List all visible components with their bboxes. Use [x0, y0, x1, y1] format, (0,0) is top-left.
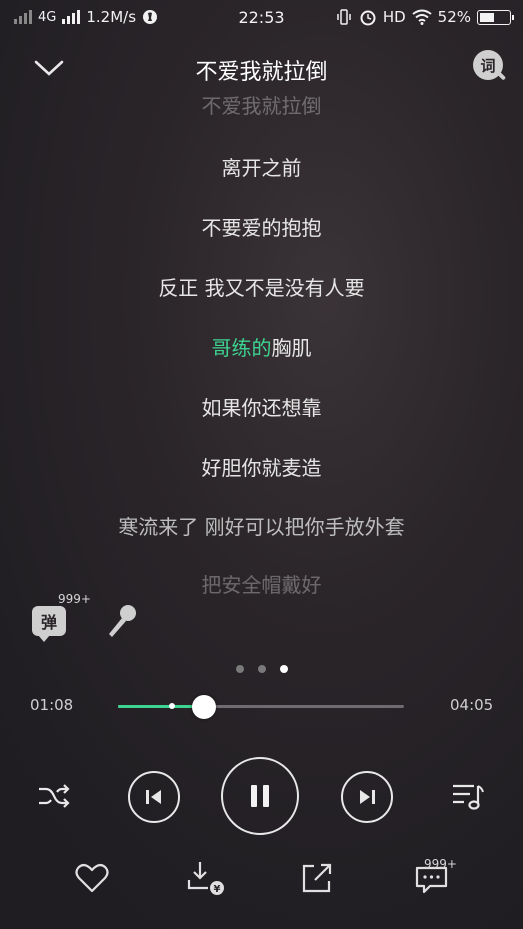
lyrics-panel[interactable]: 不爱我就拉倒 离开之前 不要爱的抱抱 反正 我又不是没有人要 哥练的胸肌 如果你…: [0, 94, 523, 594]
playlist-icon[interactable]: [450, 780, 486, 812]
heart-icon[interactable]: [72, 858, 112, 898]
alarm-icon: [360, 10, 376, 26]
hd-indicator: HD: [382, 8, 406, 26]
progress-thumb[interactable]: [191, 695, 216, 719]
lyric-line: 反正 我又不是没有人要: [158, 276, 365, 300]
lyric-line: 寒流来了 刚好可以把你手放外套: [118, 515, 405, 539]
next-button[interactable]: [341, 771, 393, 823]
battery-icon: [477, 9, 514, 25]
pause-button[interactable]: [221, 757, 299, 835]
status-bar-right: HD 52%: [335, 8, 514, 26]
buffer-marker: [169, 703, 176, 709]
status-bar: 4G 1.2M/s 22:53 HD 52%: [0, 0, 523, 36]
lyric-actions: 弹 999+: [32, 592, 172, 644]
bottom-action-bar: ¥ 999+: [0, 852, 523, 908]
share-icon[interactable]: [298, 858, 338, 898]
progress-track[interactable]: [118, 695, 404, 719]
danmu-count-badge: 999+: [58, 592, 91, 606]
song-title: 不爱我就拉倒: [195, 60, 328, 85]
danmu-icon[interactable]: 弹: [32, 606, 66, 642]
svg-text:¥: ¥: [214, 884, 221, 895]
battery-percent: 52%: [437, 8, 471, 26]
lyric-line: 如果你还想靠: [201, 396, 322, 420]
lyric-highlight: 哥练的: [211, 336, 272, 360]
page-indicator: [0, 665, 523, 673]
lyric-line: 不要爱的抱抱: [201, 216, 322, 240]
previous-button[interactable]: [128, 771, 180, 823]
lyric-line: 离开之前: [221, 156, 302, 180]
comment-count-badge: 999+: [424, 857, 457, 871]
wifi-icon: [412, 9, 432, 25]
progress-fill: [118, 705, 204, 708]
previous-icon: [146, 790, 161, 804]
lyric-line-current: 哥练的胸肌: [0, 332, 523, 361]
total-duration: 04:05: [450, 696, 494, 714]
lyric-search-button[interactable]: 词: [473, 50, 509, 86]
vibrate-icon: [337, 9, 351, 25]
lyric-line: 把安全帽戴好: [201, 573, 322, 594]
title-bar: 不爱我就拉倒 词: [0, 46, 523, 90]
next-icon: [360, 790, 375, 804]
pause-icon: [251, 785, 269, 807]
microphone-icon[interactable]: [104, 602, 138, 640]
download-icon[interactable]: ¥: [186, 858, 226, 898]
progress-bar[interactable]: 01:08 04:05: [0, 690, 523, 724]
lyric-line: 不爱我就拉倒: [201, 94, 322, 118]
lyric-line: 好胆你就麦造: [201, 456, 322, 480]
shuffle-icon[interactable]: [36, 780, 72, 812]
page-dot[interactable]: [235, 665, 244, 673]
lyric-remaining: 胸肌: [271, 336, 312, 360]
page-dot[interactable]: [279, 665, 288, 673]
playback-controls: [0, 750, 523, 842]
page-dot[interactable]: [257, 665, 266, 673]
elapsed-time: 01:08: [30, 696, 74, 714]
